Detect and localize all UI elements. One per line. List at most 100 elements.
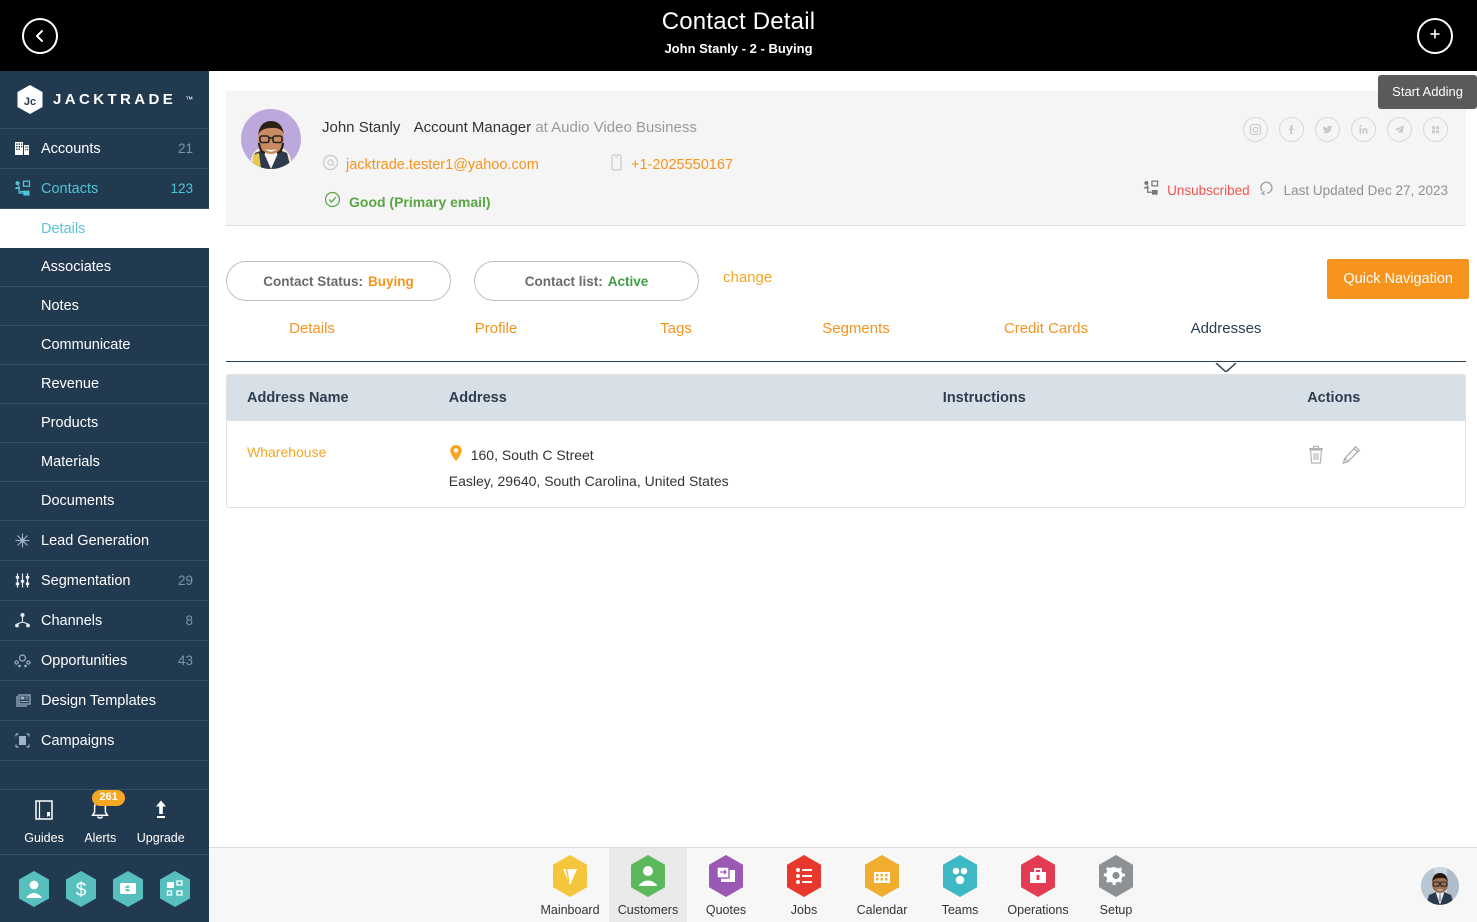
guides-label: Guides	[24, 831, 64, 845]
bottom-nav-operations[interactable]: Operations	[999, 848, 1077, 922]
sidebar-subitem-communicate[interactable]: Communicate	[0, 326, 209, 365]
bottom-nav-customers[interactable]: Customers	[609, 848, 687, 922]
bottom-nav-label: Setup	[1099, 903, 1133, 917]
brand-logo[interactable]: Jc JACKTRADE ™	[0, 71, 209, 129]
bottom-nav-label: Operations	[1007, 903, 1069, 917]
sidebar-item-label: Channels	[41, 612, 103, 629]
bottom-nav-setup[interactable]: Setup	[1077, 848, 1155, 922]
subscription-icon	[1143, 180, 1159, 201]
sidebar-subitem-materials[interactable]: Materials	[0, 443, 209, 482]
sidebar-item-label: Segmentation	[41, 572, 131, 589]
contact-status-chip[interactable]: Contact Status: Buying	[226, 261, 451, 301]
social-links	[1243, 117, 1448, 142]
contact-list-chip[interactable]: Contact list: Active	[474, 261, 699, 301]
contact-status-value: Buying	[368, 273, 414, 289]
bottom-nav-jobs[interactable]: Jobs	[765, 848, 843, 922]
jacktrade-hex-icon: Jc	[16, 84, 44, 115]
payment-hex-icon[interactable]	[111, 870, 145, 908]
contact-list-key: Contact list:	[524, 273, 603, 289]
tab-details[interactable]: Details	[252, 320, 372, 337]
sidebar-item-label: Contacts	[41, 180, 99, 197]
linkedin-icon[interactable]	[1351, 117, 1376, 142]
sidebar-subitem-details[interactable]: Details	[0, 209, 209, 248]
apps-grid-icon[interactable]	[1423, 117, 1448, 142]
column-header-actions: Actions	[1307, 375, 1465, 421]
design-templates-icon	[14, 692, 38, 709]
bottom-nav-mainboard[interactable]: Mainboard	[531, 848, 609, 922]
table-row: Wharehouse 160, South C Street Easley, 2…	[227, 421, 1465, 507]
facebook-icon[interactable]	[1279, 117, 1304, 142]
jobs-icon	[784, 854, 824, 898]
sidebar-item-contacts[interactable]: Contacts 123	[0, 169, 209, 209]
contact-company: at Audio Video Business	[535, 119, 697, 136]
bottom-nav-label: Jobs	[790, 903, 818, 917]
upgrade-label: Upgrade	[136, 831, 185, 845]
sidebar-subitem-documents[interactable]: Documents	[0, 482, 209, 521]
segmentation-icon	[14, 572, 38, 589]
dollar-hex-icon[interactable]: $	[64, 870, 98, 908]
quick-navigation-button[interactable]: Quick Navigation	[1327, 259, 1469, 299]
contact-status-key: Contact Status:	[263, 273, 363, 289]
tab-profile[interactable]: Profile	[436, 320, 556, 337]
header-title-block: Contact Detail John Stanly - 2 - Buying	[0, 8, 1477, 56]
last-updated-label: Last Updated Dec 27, 2023	[1283, 183, 1448, 198]
twitter-icon[interactable]	[1315, 117, 1340, 142]
user-avatar[interactable]	[1421, 867, 1459, 905]
sidebar-item-count: 123	[170, 181, 193, 196]
sidebar-item-opportunities[interactable]: Opportunities 43	[0, 641, 209, 681]
edit-icon[interactable]	[1341, 445, 1361, 468]
sidebar-item-channels[interactable]: Channels 8	[0, 601, 209, 641]
guides-button[interactable]: Guides	[24, 799, 64, 845]
alerts-button[interactable]: 261 Alerts	[84, 790, 125, 845]
sidebar-subitem-revenue[interactable]: Revenue	[0, 365, 209, 404]
sidebar-item-count: 29	[177, 573, 193, 588]
sidebar-item-count: 21	[177, 141, 193, 156]
alerts-label: Alerts	[84, 831, 117, 845]
page-subtitle: John Stanly - 2 - Buying	[664, 41, 813, 56]
address-name-link[interactable]: Wharehouse	[227, 421, 449, 460]
tab-segments[interactable]: Segments	[796, 320, 916, 337]
bottom-nav-quotes[interactable]: Quotes	[687, 848, 765, 922]
delete-icon[interactable]	[1307, 445, 1325, 468]
addresses-table: Address Name Address Instructions Action…	[226, 374, 1466, 508]
sidebar-item-segmentation[interactable]: Segmentation 29	[0, 561, 209, 601]
contact-list-value: Active	[607, 273, 649, 289]
subscription-status[interactable]: Unsubscribed	[1167, 183, 1250, 198]
book-icon	[33, 799, 55, 827]
top-header-bar: Contact Detail John Stanly - 2 - Buying	[0, 0, 1477, 71]
calendar-icon	[862, 854, 902, 898]
tab-addresses[interactable]: Addresses	[1146, 320, 1306, 337]
contact-role: Account Manager	[413, 119, 532, 136]
sidebar-item-accounts[interactable]: Accounts 21	[0, 129, 209, 169]
operations-icon	[1018, 854, 1058, 898]
bottom-nav-teams[interactable]: Teams	[921, 848, 999, 922]
sidebar-item-campaigns[interactable]: Campaigns	[0, 721, 209, 761]
quotes-icon	[706, 854, 746, 898]
add-button[interactable]	[1417, 18, 1453, 54]
sidebar-item-design-templates[interactable]: Design Templates	[0, 681, 209, 721]
instagram-icon[interactable]	[1243, 117, 1268, 142]
sidebar-subitem-associates[interactable]: Associates	[0, 248, 209, 287]
contact-email[interactable]: jacktrade.tester1@yahoo.com	[346, 157, 539, 173]
contact-email-row: jacktrade.tester1@yahoo.com	[322, 154, 539, 176]
teams-icon	[940, 854, 980, 898]
sidebar-item-lead-generation[interactable]: Lead Generation	[0, 521, 209, 561]
sidebar: Jc JACKTRADE ™ Accounts 21 Contacts 123 …	[0, 71, 209, 922]
bottom-nav-label: Quotes	[705, 903, 747, 917]
telegram-icon[interactable]	[1387, 117, 1412, 142]
contact-phone[interactable]: +1-2025550167	[631, 157, 733, 173]
tab-credit-cards[interactable]: Credit Cards	[966, 320, 1126, 337]
change-link[interactable]: change	[723, 269, 772, 286]
tab-tags[interactable]: Tags	[616, 320, 736, 337]
email-status-row: Good (Primary email)	[324, 191, 491, 213]
sidebar-item-label: Design Templates	[41, 692, 156, 709]
upgrade-button[interactable]: Upgrade	[137, 799, 185, 845]
person-hex-icon[interactable]	[17, 870, 51, 908]
bottom-nav-calendar[interactable]: Calendar	[843, 848, 921, 922]
sidebar-subitem-notes[interactable]: Notes	[0, 287, 209, 326]
sidebar-subitem-products[interactable]: Products	[0, 404, 209, 443]
contact-identity: John Stanly Account Manager at Audio Vid…	[322, 119, 697, 136]
sidebar-quick-actions: $	[0, 855, 209, 922]
sidebar-subitem-label: Products	[41, 415, 99, 431]
workflow-hex-icon[interactable]	[158, 870, 192, 908]
